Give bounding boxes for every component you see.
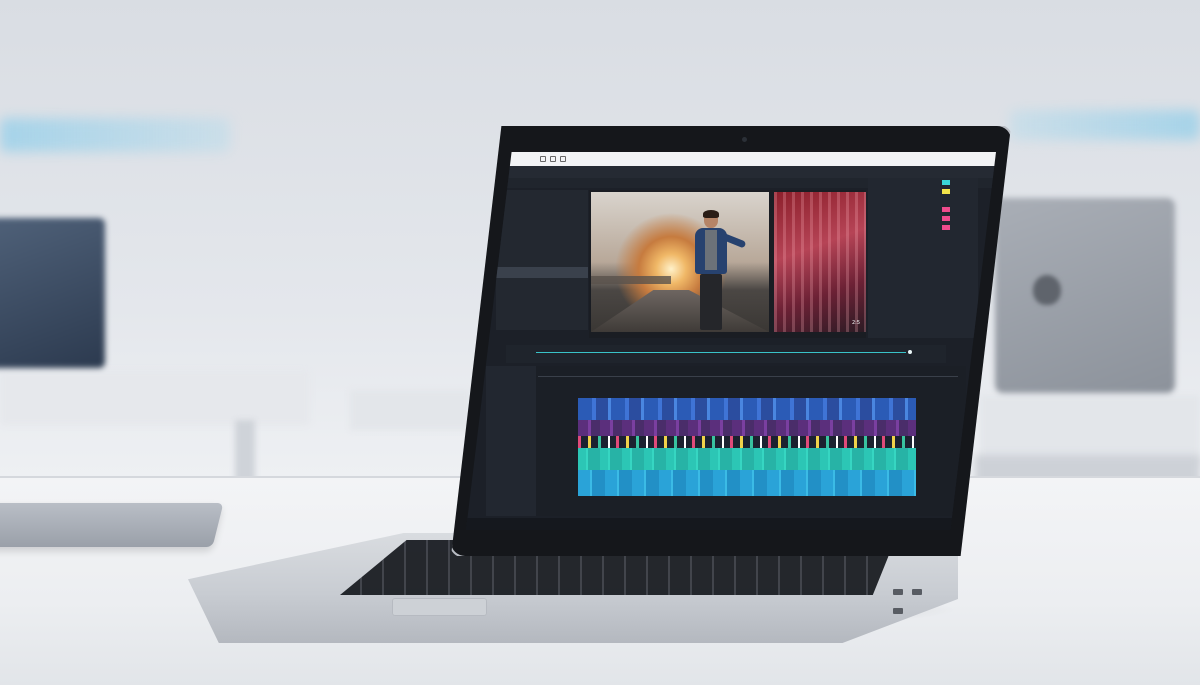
- background-laptop-left: [0, 218, 105, 368]
- laptop-ports: [893, 580, 939, 614]
- media-item: [496, 234, 588, 245]
- color-swatch: [942, 189, 950, 194]
- property-row: [868, 232, 978, 241]
- webcam-icon: [742, 137, 747, 142]
- timeline-ruler: [538, 368, 958, 377]
- usb-port-icon: [893, 608, 903, 614]
- property-row: [868, 223, 978, 232]
- media-item: [496, 289, 588, 300]
- track-label: [486, 416, 536, 426]
- background-laptop-right: [995, 198, 1175, 393]
- preview-road: [591, 290, 769, 332]
- media-item: [496, 212, 588, 223]
- track-list: [486, 366, 536, 516]
- laptop-trackpad: [392, 598, 487, 616]
- editor-status-bar: [466, 518, 996, 530]
- marker-track: [578, 436, 916, 448]
- media-item-selected: [496, 267, 588, 278]
- close-icon: [560, 156, 566, 162]
- track-label: [486, 426, 536, 436]
- property-row: [868, 250, 978, 259]
- background-light-strip-left: [0, 118, 230, 152]
- color-swatch: [942, 225, 950, 230]
- usb-port-icon: [893, 589, 903, 595]
- laptop-screen: 2:5: [466, 152, 996, 530]
- media-item: [496, 190, 588, 201]
- video-track-1: [578, 398, 916, 420]
- color-swatch: [942, 216, 950, 221]
- media-item: [496, 245, 588, 256]
- media-item: [496, 223, 588, 234]
- maximize-icon: [550, 156, 556, 162]
- preview-railing: [591, 276, 671, 284]
- video-track-2: [578, 420, 916, 436]
- media-item: [496, 256, 588, 267]
- photo-scene: 2:5: [0, 0, 1200, 685]
- usb-port-icon: [912, 589, 923, 595]
- color-swatch: [942, 207, 950, 212]
- preview-person: [691, 210, 747, 332]
- person-hair: [703, 210, 719, 218]
- transport-bar: [506, 345, 946, 363]
- timeline: [486, 366, 966, 516]
- apple-logo-icon: [1033, 275, 1061, 305]
- preview-clip-red-building: 2:5: [774, 192, 866, 332]
- person-legs: [700, 274, 722, 330]
- editor-menu-bar: [466, 166, 996, 178]
- property-row: [868, 178, 978, 187]
- timeline-clips: [578, 398, 916, 500]
- track-label: [486, 396, 536, 406]
- property-row: [868, 214, 978, 223]
- track-label: [486, 436, 536, 446]
- minimize-icon: [540, 156, 546, 162]
- property-row: [868, 196, 978, 205]
- background-light-strip-right: [1010, 110, 1200, 140]
- audio-track-2: [578, 470, 916, 496]
- tablet-device: [0, 503, 224, 547]
- track-label: [486, 366, 536, 376]
- person-shirt: [705, 230, 717, 270]
- preview-clip-sunset-man: [591, 192, 769, 332]
- media-item: [496, 278, 588, 289]
- scrubber-handle: [908, 350, 912, 354]
- preview-timecode: 2:5: [851, 320, 860, 326]
- track-label: [486, 376, 536, 386]
- background-desk-left: [0, 370, 310, 425]
- media-panel: [496, 190, 588, 330]
- property-row: [868, 205, 978, 214]
- video-preview: 2:5: [589, 190, 866, 338]
- background-desk-middle: [350, 390, 470, 430]
- property-row: [868, 187, 978, 196]
- track-label: [486, 406, 536, 416]
- media-item: [496, 201, 588, 212]
- properties-panel: [868, 178, 978, 338]
- track-label: [486, 386, 536, 396]
- browser-address-bar: [466, 152, 996, 166]
- property-row: [868, 241, 978, 250]
- scrubber-track: [536, 352, 906, 353]
- browser-window-controls: [516, 156, 576, 162]
- color-swatch: [942, 180, 950, 185]
- audio-track-1: [578, 448, 916, 470]
